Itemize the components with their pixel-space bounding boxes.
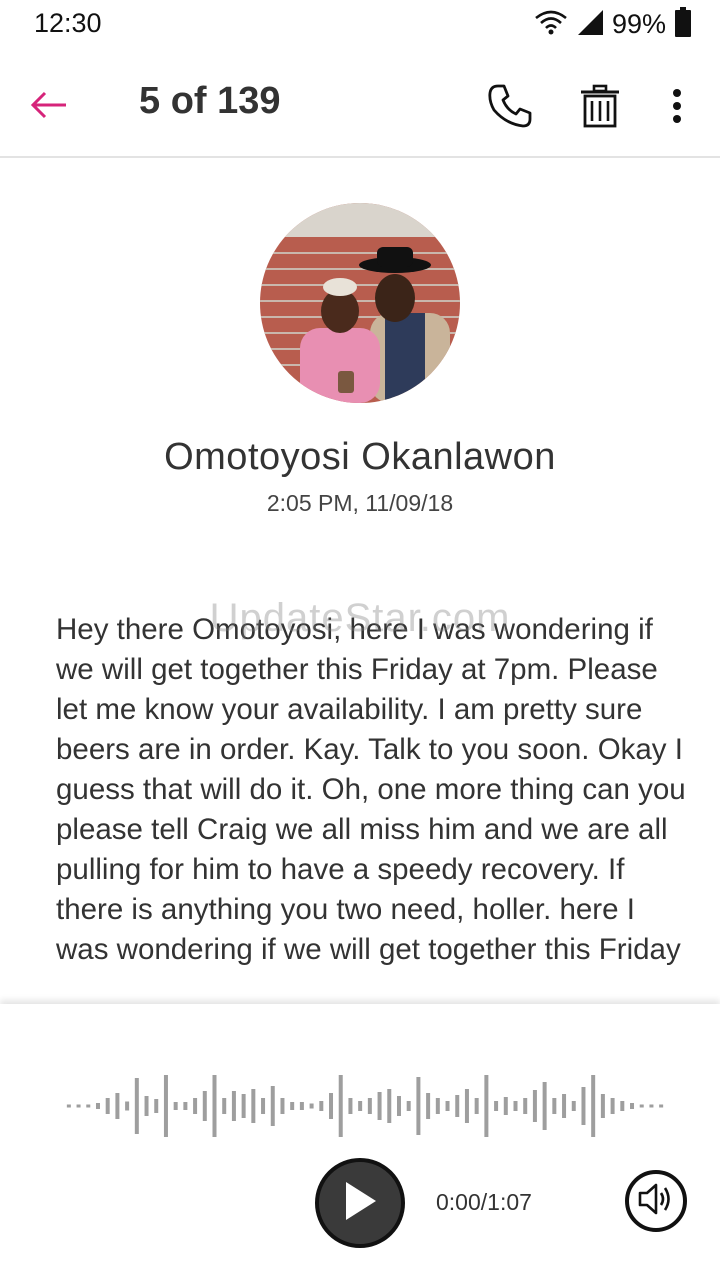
waveform-bar xyxy=(464,1089,469,1123)
waveform-bar xyxy=(86,1104,91,1108)
waveform-bar xyxy=(338,1075,343,1137)
status-icons: 99% xyxy=(534,6,692,42)
waveform-bar xyxy=(396,1096,401,1116)
waveform-bar xyxy=(261,1098,266,1114)
waveform-bar xyxy=(299,1102,304,1110)
waveform-bar xyxy=(319,1101,324,1111)
waveform-bar xyxy=(193,1098,198,1114)
waveform-bar xyxy=(630,1103,635,1109)
waveform-bar xyxy=(435,1098,440,1114)
waveform-bar xyxy=(144,1096,149,1116)
playback-time: 0:00/1:07 xyxy=(436,1189,532,1215)
waveform-bar xyxy=(552,1098,557,1114)
waveform-bar xyxy=(503,1097,508,1115)
waveform-bar xyxy=(426,1093,431,1119)
cell-signal-icon xyxy=(576,8,604,41)
waveform-bar xyxy=(600,1094,605,1118)
waveform-bar xyxy=(406,1101,411,1111)
waveform-bar xyxy=(173,1102,178,1110)
waveform-bar xyxy=(222,1098,227,1114)
waveform-bar xyxy=(95,1103,100,1109)
voicemail-transcript: Hey there Omotoyosi, here I was wonderin… xyxy=(56,613,686,966)
waveform-bar xyxy=(231,1091,236,1121)
waveform-bar xyxy=(309,1103,314,1109)
waveform-bar xyxy=(183,1102,188,1110)
waveform-bar xyxy=(251,1089,256,1123)
waveform-bar xyxy=(562,1094,567,1118)
contact-name: Omotoyosi Okanlawon xyxy=(164,436,556,478)
back-arrow-icon xyxy=(30,90,68,125)
battery-icon xyxy=(674,6,692,42)
play-icon xyxy=(340,1179,380,1228)
waveform-bar xyxy=(202,1091,207,1121)
waveform-bar xyxy=(270,1086,275,1126)
waveform-bar xyxy=(241,1094,246,1118)
waveform-bar xyxy=(66,1104,71,1108)
waveform-bar xyxy=(416,1077,421,1135)
waveform-bar xyxy=(163,1075,168,1137)
waveform-bar xyxy=(387,1089,392,1123)
wifi-icon xyxy=(534,8,568,41)
waveform-bar xyxy=(639,1104,644,1108)
waveform-bar xyxy=(358,1101,363,1111)
waveform-bar xyxy=(455,1095,460,1117)
waveform-bar xyxy=(329,1093,334,1119)
waveform-bar xyxy=(445,1101,450,1111)
waveform-bar xyxy=(154,1099,159,1113)
waveform-bar xyxy=(649,1104,654,1108)
waveform-bar xyxy=(542,1082,547,1130)
speaker-button[interactable] xyxy=(625,1170,687,1232)
delete-button[interactable] xyxy=(572,80,628,136)
battery-percent: 99% xyxy=(611,8,666,39)
more-vert-icon xyxy=(672,88,682,129)
waveform-bar xyxy=(484,1075,489,1137)
waveform-bar xyxy=(348,1098,353,1114)
waveform-bar xyxy=(115,1093,120,1119)
waveform-bar xyxy=(523,1098,528,1114)
waveform-bar xyxy=(659,1104,664,1108)
waveform-bar xyxy=(76,1104,81,1108)
status-time: 12:30 xyxy=(34,8,102,38)
waveform-bar xyxy=(105,1098,110,1114)
status-bar: 12:30 99% xyxy=(0,0,720,48)
avatar xyxy=(260,203,460,403)
waveform-bar xyxy=(367,1098,372,1114)
waveform-bar xyxy=(532,1090,537,1122)
waveform-bar xyxy=(513,1101,518,1111)
waveform-bar xyxy=(474,1098,479,1114)
waveform-bar xyxy=(377,1092,382,1120)
app-bar: 5 of 139 xyxy=(0,58,720,158)
audio-player: 0:00/1:07 xyxy=(0,1004,720,1280)
back-button[interactable] xyxy=(26,84,72,130)
waveform-bar xyxy=(591,1075,596,1137)
more-options-button[interactable] xyxy=(656,80,698,136)
waveform-bar xyxy=(125,1101,130,1111)
waveform-bar xyxy=(620,1101,625,1111)
message-counter: 5 of 139 xyxy=(139,80,281,122)
trash-icon xyxy=(579,84,621,133)
waveform[interactable] xyxy=(64,1070,666,1142)
phone-icon xyxy=(487,83,533,134)
call-button[interactable] xyxy=(482,80,538,136)
waveform-bar xyxy=(571,1101,576,1111)
message-timestamp: 2:05 PM, 11/09/18 xyxy=(266,490,454,516)
waveform-bar xyxy=(134,1078,139,1134)
volume-icon xyxy=(636,1181,676,1222)
waveform-bar xyxy=(212,1075,217,1137)
waveform-bar xyxy=(290,1102,295,1110)
waveform-bar xyxy=(280,1098,285,1114)
play-button[interactable] xyxy=(315,1158,405,1248)
waveform-bar xyxy=(494,1101,499,1111)
waveform-bar xyxy=(581,1087,586,1125)
waveform-bar xyxy=(610,1098,615,1114)
